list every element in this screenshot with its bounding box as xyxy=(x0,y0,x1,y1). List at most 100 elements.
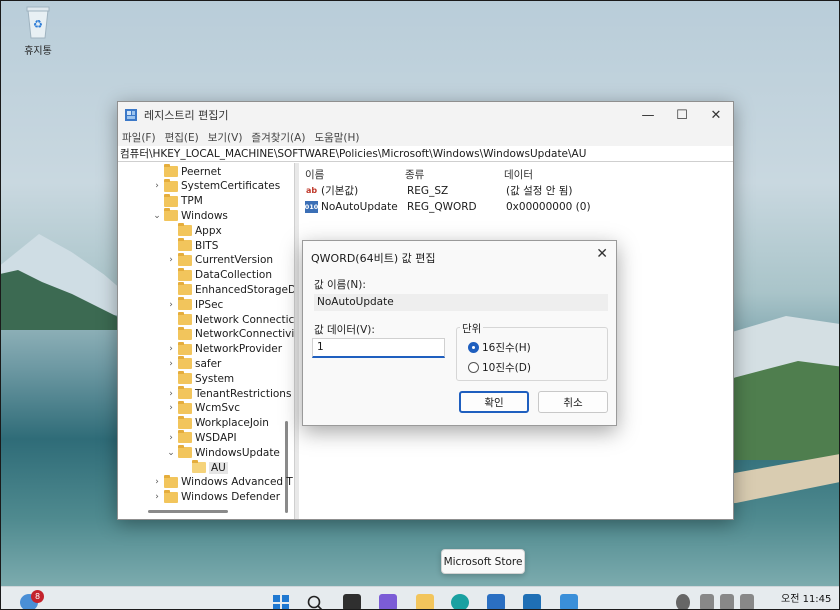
store-tooltip: Microsoft Store xyxy=(441,549,525,574)
tree-item[interactable]: › Windows Advanced T xyxy=(152,474,293,490)
regedit-app-icon xyxy=(124,108,138,122)
expanded-chevron-icon[interactable]: ⌄ xyxy=(166,448,176,458)
value-name-field: NoAutoUpdate xyxy=(314,294,608,311)
task-view-icon[interactable] xyxy=(343,594,361,610)
collapsed-chevron-icon[interactable]: › xyxy=(166,403,176,413)
tree-item-label: AU xyxy=(209,461,228,474)
tree-item[interactable]: EnhancedStorageD xyxy=(166,282,295,297)
network-icon[interactable] xyxy=(700,594,714,610)
tree-item[interactable]: NetworkConnectivi xyxy=(166,326,294,342)
maximize-button[interactable]: ☐ xyxy=(665,102,699,128)
tree-item-label: SystemCertificates xyxy=(181,180,281,193)
tree-item-label: WorkplaceJoin xyxy=(195,417,269,430)
close-button[interactable]: ✕ xyxy=(699,102,733,128)
tree-item-label: EnhancedStorageD xyxy=(195,283,295,296)
battery-icon[interactable] xyxy=(740,594,754,610)
tree-item[interactable]: › safer xyxy=(166,356,221,371)
edge-icon[interactable] xyxy=(451,594,469,610)
expanded-chevron-icon[interactable]: ⌄ xyxy=(152,211,162,221)
folder-icon xyxy=(178,252,192,266)
tree-item-label: TenantRestrictions xyxy=(195,387,292,400)
tree-item[interactable]: › CurrentVersion xyxy=(166,252,273,268)
tree-item[interactable]: › WSDAPI xyxy=(166,430,237,445)
value-data-label: 값 데이터(V): xyxy=(314,324,375,336)
collapsed-chevron-icon[interactable]: › xyxy=(166,359,176,369)
tree-item[interactable]: WorkplaceJoin xyxy=(166,415,269,431)
window-title: 레지스트리 편집기 xyxy=(144,109,229,122)
folder-icon xyxy=(178,356,192,370)
file-explorer-icon[interactable] xyxy=(416,594,434,610)
tree-item[interactable]: › NetworkProvider xyxy=(166,341,283,357)
tree-item[interactable]: Network Connectic xyxy=(166,312,294,327)
value-data: 0x00000000 (0) xyxy=(506,200,591,213)
outlook-icon[interactable] xyxy=(523,594,541,610)
tree-item[interactable]: BITS xyxy=(166,238,218,253)
tree-item[interactable]: Appx xyxy=(166,223,222,238)
column-header-data[interactable]: 데이터 xyxy=(504,167,533,182)
recycle-bin-desktop-icon[interactable]: ♻ 휴지통 xyxy=(18,4,58,57)
sound-icon[interactable] xyxy=(720,594,734,610)
tree-item-label: WcmSvc xyxy=(195,402,241,415)
value-row-default[interactable]: ab (기본값) REG_SZ (값 설정 안 됨) xyxy=(305,183,573,198)
folder-icon xyxy=(178,400,192,414)
address-bar[interactable]: 컴퓨터\HKEY_LOCAL_MACHINE\SOFTWARE\Policies… xyxy=(118,146,733,162)
tree-item[interactable]: Peernet xyxy=(152,164,221,179)
column-header-type[interactable]: 종류 xyxy=(405,167,424,182)
tree-item[interactable]: DataCollection xyxy=(166,267,273,283)
tree-item-label: IPSec xyxy=(195,298,224,311)
regedit-taskbar-icon[interactable] xyxy=(560,594,578,610)
svg-text:♻: ♻ xyxy=(33,18,43,31)
folder-icon xyxy=(178,312,192,325)
tree-item[interactable]: AU xyxy=(180,460,228,475)
collapsed-chevron-icon[interactable]: › xyxy=(166,344,176,354)
value-name: (기본값) xyxy=(321,185,359,197)
store-icon[interactable] xyxy=(487,594,505,610)
tree-horizontal-scrollbar[interactable] xyxy=(148,510,228,513)
tree-item-label: NetworkProvider xyxy=(195,343,283,356)
search-icon[interactable] xyxy=(306,594,324,610)
copilot-icon[interactable] xyxy=(379,594,397,610)
collapsed-chevron-icon[interactable]: › xyxy=(166,300,176,310)
radio-decimal[interactable]: 10진수(D) xyxy=(468,360,531,375)
ok-button[interactable]: 확인 xyxy=(459,391,529,413)
menu-file[interactable]: 파일(F) xyxy=(122,130,156,145)
tree-item-label: safer xyxy=(195,357,222,370)
cancel-button[interactable]: 취소 xyxy=(538,391,608,413)
menu-help[interactable]: 도움말(H) xyxy=(314,130,359,145)
taskbar xyxy=(0,586,840,610)
menu-view[interactable]: 보기(V) xyxy=(208,130,243,145)
tree-item[interactable]: › IPSec xyxy=(166,297,223,312)
tree-item[interactable]: › WcmSvc xyxy=(166,400,241,416)
folder-icon xyxy=(178,297,192,311)
tree-item-label: BITS xyxy=(195,239,219,252)
tree-item-label: DataCollection xyxy=(195,269,273,282)
taskbar-clock[interactable]: 오전 11:45 xyxy=(781,590,831,605)
menu-favorites[interactable]: 즐겨찾기(A) xyxy=(251,130,305,145)
tree-item[interactable]: › Windows Defender xyxy=(152,489,280,505)
column-header-name[interactable]: 이름 xyxy=(305,167,324,182)
tree-item[interactable]: TPM xyxy=(152,193,203,209)
tree-item[interactable]: System xyxy=(166,371,234,386)
value-row-noautoupdate[interactable]: 010 NoAutoUpdate REG_QWORD 0x00000000 (0… xyxy=(305,199,591,214)
collapsed-chevron-icon[interactable]: › xyxy=(152,492,162,502)
tree-item[interactable]: ⌄ WindowsUpdate xyxy=(166,445,280,460)
collapsed-chevron-icon[interactable]: › xyxy=(152,477,162,487)
tree-item-label: System xyxy=(195,372,235,385)
collapsed-chevron-icon[interactable]: › xyxy=(166,255,176,265)
folder-icon xyxy=(178,415,192,429)
dialog-close-button[interactable]: ✕ xyxy=(596,246,608,262)
tree-vertical-scrollbar[interactable] xyxy=(285,421,288,513)
collapsed-chevron-icon[interactable]: › xyxy=(166,389,176,399)
collapsed-chevron-icon[interactable]: › xyxy=(166,433,176,443)
value-data-input[interactable]: 1 xyxy=(312,338,445,358)
tray-icon[interactable] xyxy=(676,594,690,610)
menu-edit[interactable]: 편집(E) xyxy=(165,130,199,145)
minimize-button[interactable]: — xyxy=(631,102,665,128)
tree-item[interactable]: › SystemCertificates xyxy=(152,178,281,194)
tree-item[interactable]: › TenantRestrictions xyxy=(166,386,291,401)
start-icon[interactable] xyxy=(272,594,290,610)
radio-hexadecimal[interactable]: 16진수(H) xyxy=(468,340,531,355)
collapsed-chevron-icon[interactable]: › xyxy=(152,181,162,191)
tree-item[interactable]: ⌄ Windows xyxy=(152,208,228,223)
folder-icon xyxy=(178,223,192,237)
